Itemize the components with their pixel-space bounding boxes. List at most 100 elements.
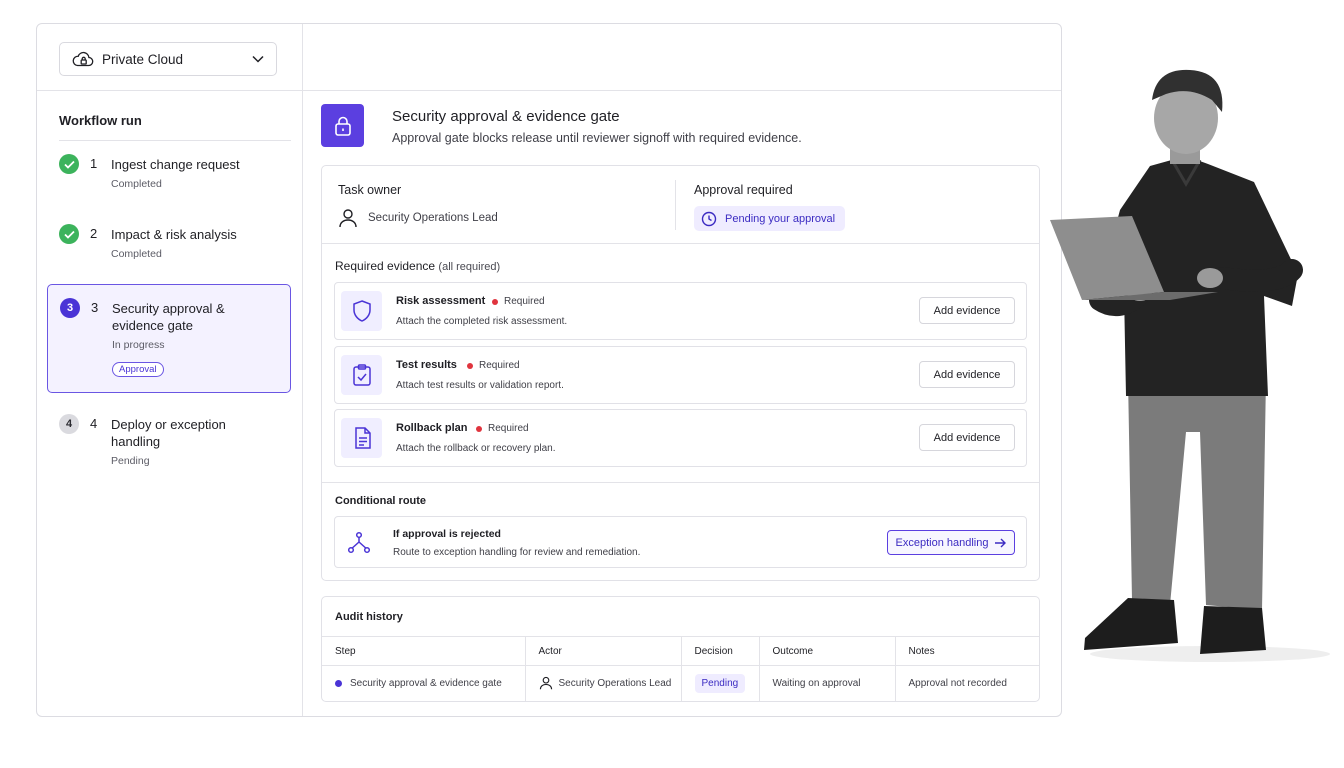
- arrow-right-icon: [995, 538, 1007, 547]
- approval-status-text: Pending your approval: [725, 212, 836, 225]
- conditional-description: Route to exception handling for review a…: [393, 547, 641, 558]
- table-header-row: Step Actor Decision Outcome Notes: [322, 636, 1039, 666]
- conditional-route-heading: Conditional route: [335, 495, 427, 507]
- required-badge: Required: [467, 360, 520, 371]
- conditional-title: If approval is rejected: [393, 528, 501, 540]
- evidence-name: Rollback plan: [396, 422, 468, 434]
- exception-handling-button[interactable]: Exception handling: [887, 530, 1015, 555]
- approval-tag: Approval: [112, 362, 164, 377]
- add-evidence-button[interactable]: Add evidence: [919, 297, 1015, 324]
- branch-icon: [347, 531, 371, 554]
- sidebar: Private Cloud Workflow run 1 Ingest chan…: [37, 24, 303, 716]
- workflow-app-window: Private Cloud Workflow run 1 Ingest chan…: [36, 23, 1062, 717]
- required-dot: [492, 298, 498, 305]
- audit-history-card: Audit history Step Actor Decision Outcom…: [321, 596, 1040, 702]
- step-status: Pending: [111, 455, 150, 467]
- add-evidence-button[interactable]: Add evidence: [919, 424, 1015, 451]
- chevron-down-icon: [252, 55, 264, 63]
- check-icon: [59, 224, 79, 244]
- environment-label: Private Cloud: [102, 51, 184, 67]
- status-dot: [335, 679, 342, 687]
- step-4-badge: 4: [59, 414, 79, 434]
- cell-actor: Security Operations Lead: [525, 665, 682, 701]
- column-header-step: Step: [322, 636, 526, 666]
- evidence-description: Attach test results or validation report…: [396, 380, 564, 391]
- evidence-name: Risk assessment: [396, 295, 486, 307]
- evidence-description: Attach the completed risk assessment.: [396, 316, 568, 327]
- cell-outcome: Waiting on approval: [759, 665, 896, 701]
- approval-required-label: Approval required: [694, 183, 793, 197]
- required-text: Required: [504, 296, 545, 307]
- exception-handling-label: Exception handling: [895, 536, 989, 549]
- cloud-lock-icon: [72, 51, 94, 67]
- column-header-outcome: Outcome: [759, 636, 896, 666]
- column-header-decision: Decision: [681, 636, 760, 666]
- required-badge: Required: [492, 296, 545, 307]
- lock-icon: [321, 104, 364, 147]
- step-status: In progress: [112, 339, 165, 351]
- task-owner-value: Security Operations Lead: [338, 208, 498, 228]
- column-header-actor: Actor: [525, 636, 682, 666]
- page-subtitle: Approval gate blocks release until revie…: [392, 131, 802, 145]
- evidence-heading-text: Required evidence: [335, 259, 436, 273]
- step-number: 2: [90, 226, 98, 241]
- required-text: Required: [479, 360, 520, 371]
- step-title: Impact & risk analysis: [111, 227, 237, 242]
- clock-icon: [701, 211, 717, 226]
- add-evidence-button[interactable]: Add evidence: [919, 361, 1015, 388]
- shield-icon: [341, 291, 382, 331]
- cell-actor-text: Security Operations Lead: [558, 677, 672, 689]
- cell-step: Security approval & evidence gate: [322, 665, 526, 701]
- environment-select[interactable]: Private Cloud: [59, 42, 277, 76]
- required-badge: Required: [476, 423, 529, 434]
- evidence-description: Attach the rollback or recovery plan.: [396, 443, 556, 454]
- document-icon: [341, 418, 382, 458]
- step-number: 4: [90, 416, 98, 431]
- conditional-route-row: If approval is rejected Route to excepti…: [334, 516, 1027, 568]
- cell-notes: Approval not recorded: [895, 665, 1039, 701]
- audit-history-title: Audit history: [335, 611, 403, 623]
- step-4-item[interactable]: 4 4 Deploy or exception handling Pending: [47, 410, 291, 472]
- step-number: 3: [91, 300, 99, 315]
- task-owner-name: Security Operations Lead: [368, 212, 498, 224]
- required-text: Required: [488, 423, 529, 434]
- step-title: Deploy or exception handling: [111, 417, 226, 449]
- user-icon: [339, 209, 357, 228]
- column-header-notes: Notes: [895, 636, 1039, 666]
- divider: [37, 90, 303, 91]
- evidence-item-risk-assessment: Risk assessment Required Attach the comp…: [334, 282, 1027, 340]
- decision-badge: Pending: [694, 673, 746, 693]
- check-icon: [59, 154, 79, 174]
- page-title: Security approval & evidence gate: [392, 108, 620, 125]
- table-row[interactable]: Security approval & evidence gate Securi…: [322, 665, 1039, 701]
- evidence-item-rollback-plan: Rollback plan Required Attach the rollba…: [334, 409, 1027, 467]
- cell-step-text: Security approval & evidence gate: [350, 677, 502, 689]
- step-status: Completed: [111, 248, 162, 260]
- user-icon: [539, 677, 552, 690]
- approval-status-badge[interactable]: Pending your approval: [694, 206, 846, 231]
- step-3-badge: 3: [60, 298, 80, 318]
- required-dot: [467, 362, 473, 369]
- required-dot: [476, 425, 482, 432]
- divider: [322, 243, 1039, 244]
- step-1-item[interactable]: 1 Ingest change request Completed: [47, 150, 291, 200]
- step-number: 1: [90, 156, 98, 171]
- evidence-item-test-results: Test results Required Attach test result…: [334, 346, 1027, 404]
- step-status: Completed: [111, 178, 162, 190]
- evidence-name: Test results: [396, 359, 457, 371]
- step-title: Security approval & evidence gate: [112, 301, 225, 333]
- step-2-item[interactable]: 2 Impact & risk analysis Completed: [47, 220, 291, 270]
- step-3-item[interactable]: 3 3 Security approval & evidence gate In…: [47, 284, 291, 393]
- gate-details-card: Task owner Security Operations Lead Appr…: [321, 165, 1040, 581]
- divider: [303, 90, 1061, 91]
- main-panel: Security approval & evidence gate Approv…: [303, 24, 1061, 716]
- audit-table: Step Actor Decision Outcome Notes Securi…: [322, 636, 1039, 701]
- person-with-laptop-image: [1050, 69, 1330, 662]
- sidebar-title: Workflow run: [59, 113, 142, 128]
- divider: [675, 180, 676, 230]
- divider: [59, 140, 291, 141]
- evidence-heading: Required evidence (all required): [335, 259, 500, 273]
- clipboard-check-icon: [341, 355, 382, 395]
- evidence-heading-note: (all required): [438, 261, 501, 273]
- task-owner-label: Task owner: [338, 183, 402, 197]
